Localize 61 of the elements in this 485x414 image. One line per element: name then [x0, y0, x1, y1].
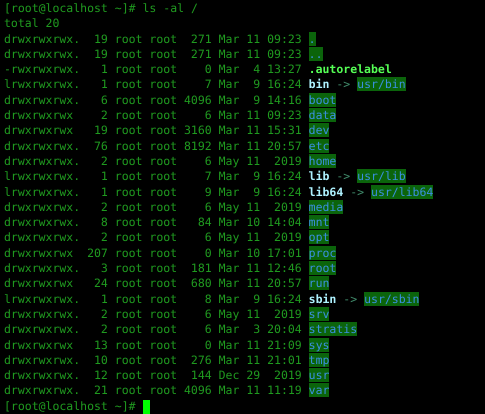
directory-name: .	[308, 32, 316, 46]
file-details-text: drwxrwxrwx 2 root root 6 Mar 11 09:23	[4, 108, 302, 122]
directory-name: run	[308, 276, 330, 290]
file-details-text: drwxrwxrwx. 2 root root 6 May 11 2019	[4, 230, 302, 244]
cursor	[142, 400, 150, 414]
directory-name: root	[308, 261, 336, 276]
file-details-text: lrwxrwxrwx. 1 root root 9 Mar 9 16:24	[4, 184, 302, 199]
prompt-text: [root@localhost ~]#	[4, 1, 136, 15]
file-details-text: lrwxrwxrwx. 1 root root 7 Mar 9 16:24	[4, 169, 302, 184]
link-arrow: ->	[336, 77, 350, 92]
link-target: usr/lib	[357, 169, 406, 184]
link-arrow: ->	[336, 169, 350, 184]
file-details-text: drwxrwxrwx. 2 root root 6 May 11 2019	[4, 306, 302, 321]
link-name: lib64	[308, 184, 344, 199]
file-details-text: drwxrwxrwx 207 root root 0 Mar 10 17:01	[4, 246, 302, 260]
file-details-text: drwxrwxrwx. 2 root root 6 May 11 2019	[4, 154, 302, 168]
total-text: total 20	[4, 16, 60, 30]
directory-name: etc	[308, 138, 330, 153]
directory-name: opt	[308, 230, 330, 244]
file-details-text: lrwxrwxrwx. 1 root root 8 Mar 9 16:24	[4, 292, 302, 306]
file-details-text: drwxrwxrwx. 19 root root 271 Mar 11 09:23	[4, 46, 302, 61]
file-details-text: drwxrwxrwx. 12 root root 144 Dec 29 2019	[4, 368, 302, 382]
directory-name: dev	[308, 123, 330, 138]
directory-name: tmp	[308, 352, 330, 367]
file-details-text: drwxrwxrwx. 19 root root 271 Mar 11 09:23	[4, 32, 302, 46]
file-details-text: drwxrwxrwx 19 root root 3160 Mar 11 15:31	[4, 123, 302, 138]
link-name: bin	[308, 77, 330, 92]
link-arrow: ->	[343, 292, 358, 306]
link-name: lib	[308, 169, 330, 184]
directory-name: var	[308, 383, 330, 398]
file-details-text: -rwxrwxrwx. 1 root root 0 Mar 4 13:27	[4, 62, 302, 76]
prompt-text: [root@localhost ~]#	[4, 398, 136, 413]
directory-name: stratis	[308, 322, 358, 336]
file-details-text: drwxrwxrwx. 2 root root 6 Mar 3 20:04	[4, 322, 302, 336]
link-target: usr/bin	[357, 77, 406, 92]
link-arrow: ->	[350, 184, 364, 199]
file-details-text: drwxrwxrwx. 3 root root 181 Mar 11 12:46	[4, 261, 302, 276]
file-details-text: drwxrwxrwx. 21 root root 4096 Mar 11 11:19	[4, 383, 302, 398]
link-target: usr/sbin	[364, 292, 420, 306]
directory-name: proc	[308, 246, 336, 260]
directory-name: usr	[308, 368, 330, 382]
file-details-text: drwxrwxrwx. 8 root root 84 Mar 10 14:04	[4, 215, 302, 230]
link-target: usr/lib64	[371, 184, 434, 199]
file-details-text: drwxrwxrwx. 76 root root 8192 Mar 11 20:57	[4, 138, 302, 153]
directory-name: ..	[308, 46, 323, 61]
directory-name: data	[308, 108, 336, 122]
link-name: sbin	[308, 292, 336, 306]
command-text: ls -al /	[142, 1, 198, 15]
file-name: .autorelabel	[308, 62, 392, 76]
directory-name: boot	[308, 92, 336, 107]
directory-name: media	[308, 200, 344, 214]
directory-name: sys	[308, 338, 330, 352]
file-details-text: drwxrwxrwx 13 root root 0 Mar 11 21:09	[4, 338, 302, 352]
directory-name: mnt	[308, 215, 330, 230]
file-details-text: drwxrwxrwx. 10 root root 276 Mar 11 21:01	[4, 352, 302, 367]
directory-name: srv	[308, 306, 330, 321]
directory-name: home	[308, 154, 336, 168]
file-details-text: drwxrwxrwx. 2 root root 6 May 11 2019	[4, 200, 302, 214]
file-details-text: drwxrwxrwx 24 root root 680 Mar 11 20:57	[4, 276, 302, 290]
file-details-text: lrwxrwxrwx. 1 root root 7 Mar 9 16:24	[4, 77, 302, 92]
file-details-text: drwxrwxrwx. 6 root root 4096 Mar 9 14:16	[4, 92, 302, 107]
